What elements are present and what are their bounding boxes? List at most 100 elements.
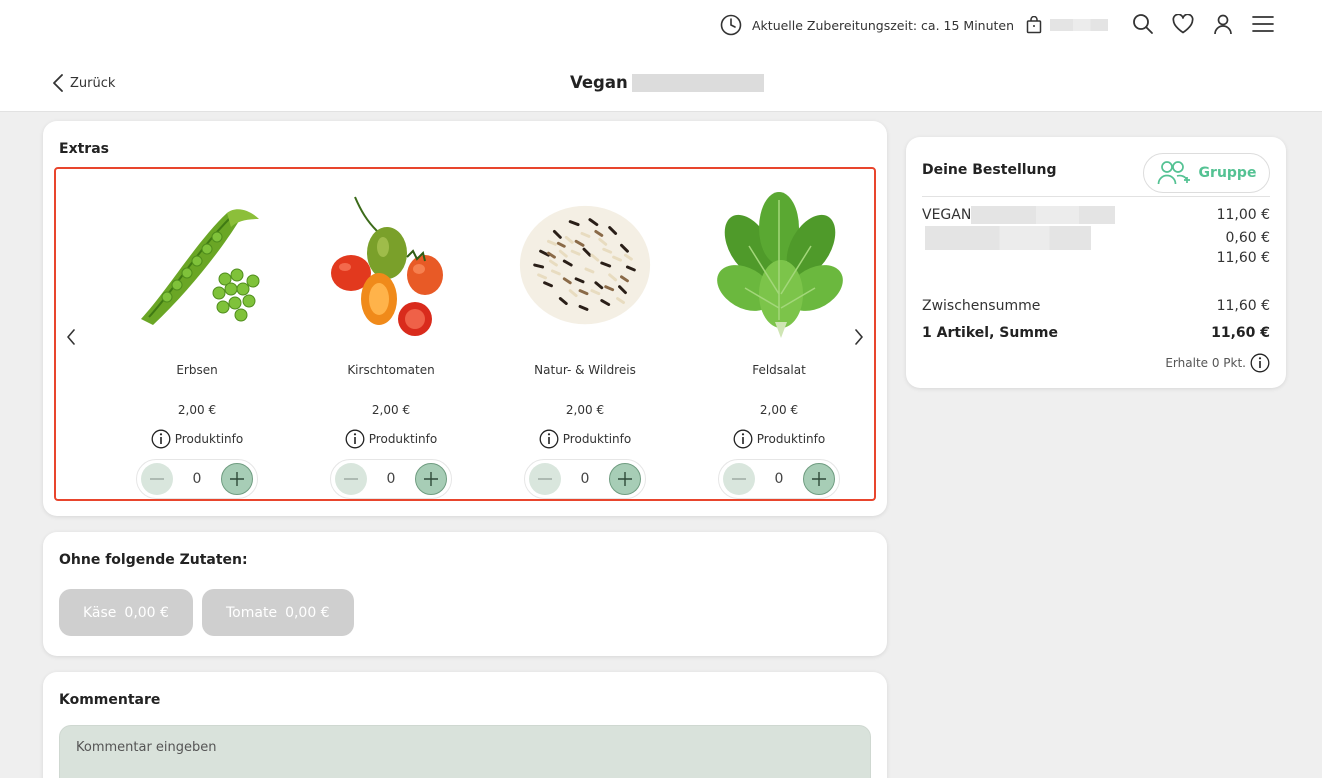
order-summary-card: Deine Bestellung Gruppe VEGAN 11,00 € 0,… (906, 137, 1286, 388)
plus-icon (811, 472, 826, 486)
info-icon (733, 429, 753, 449)
product-info-label: Produktinfo (174, 432, 244, 446)
minus-icon (344, 478, 358, 480)
cart-total-redacted (1050, 19, 1108, 31)
prep-time-label: Aktuelle Zubereitungszeit: ca. 15 Minute… (752, 17, 1015, 33)
increase-button[interactable] (802, 463, 835, 495)
total-row: 1 Artikel, Summe 11,60 € (922, 325, 1270, 341)
plus-icon (229, 472, 244, 486)
points-label: Erhalte 0 Pkt. (1165, 356, 1246, 370)
add-users-icon (1157, 161, 1190, 185)
info-icon (151, 429, 171, 449)
quantity-value: 0 (386, 471, 396, 487)
product-info-link[interactable]: Produktinfo (117, 429, 277, 449)
order-extra-redacted (925, 226, 1091, 250)
cart-button[interactable] (1026, 14, 1108, 36)
heart-icon (1172, 14, 1194, 34)
quantity-stepper: 0 (524, 459, 646, 499)
extra-price: 2,00 € (759, 403, 799, 417)
extra-item-erbsen: Erbsen 2,00 € Produktinfo 0 (117, 179, 277, 499)
group-order-label: Gruppe (1198, 165, 1257, 181)
order-item-name-redacted (971, 206, 1116, 224)
remove-ingredients-card: Ohne folgende Zutaten: Käse 0,00 € Tomat… (43, 532, 887, 656)
order-item-price: 11,00 € (1216, 207, 1270, 223)
chip-label: Käse (83, 604, 117, 621)
hamburger-menu-icon (1252, 16, 1274, 32)
product-info-label: Produktinfo (562, 432, 632, 446)
carousel-prev-button[interactable] (62, 327, 80, 347)
order-item-row: VEGAN 11,00 € (922, 206, 1270, 224)
total-value: 11,60 € (1211, 325, 1270, 341)
minus-icon (732, 478, 746, 480)
extra-name: Erbsen (176, 363, 218, 377)
order-item-total: 11,60 € (1216, 250, 1270, 266)
product-info-link[interactable]: Produktinfo (699, 429, 859, 449)
extra-name: Feldsalat (752, 363, 806, 377)
order-heading: Deine Bestellung (922, 162, 1057, 178)
ingredient-chip-kaese[interactable]: Käse 0,00 € (59, 589, 193, 636)
lambs-lettuce-image (705, 185, 853, 347)
product-info-link[interactable]: Produktinfo (505, 429, 665, 449)
info-icon[interactable] (1250, 353, 1270, 373)
info-icon (345, 429, 365, 449)
comments-card: Kommentare (43, 672, 887, 778)
chip-price: 0,00 € (285, 604, 330, 621)
quantity-value: 0 (774, 471, 784, 487)
minus-icon (538, 478, 552, 480)
subtotal-row: Zwischensumme 11,60 € (922, 298, 1270, 314)
extra-item-feldsalat: Feldsalat 2,00 € Produktinfo 0 (699, 179, 859, 499)
peas-image (123, 185, 271, 347)
chip-price: 0,00 € (124, 604, 169, 621)
order-extra-price: 0,60 € (1225, 230, 1270, 246)
search-icon (1133, 14, 1153, 34)
page-title-redacted (631, 73, 764, 92)
total-label: 1 Artikel, Summe (922, 325, 1058, 341)
product-info-label: Produktinfo (756, 432, 826, 446)
menu-button[interactable] (1251, 12, 1275, 36)
subtotal-label: Zwischensumme (922, 298, 1041, 314)
increase-button[interactable] (220, 463, 253, 495)
comment-input[interactable] (59, 725, 871, 778)
prep-time: Aktuelle Zubereitungszeit: ca. 15 Minute… (720, 14, 1014, 36)
order-item-name: VEGAN (922, 207, 972, 223)
extras-carousel: Erbsen 2,00 € Produktinfo 0 Kirschtomate… (54, 167, 876, 501)
wild-rice-image (511, 185, 659, 347)
product-info-label: Produktinfo (368, 432, 438, 446)
quantity-value: 0 (192, 471, 202, 487)
order-item-total-row: 11,60 € (922, 250, 1270, 266)
extra-price: 2,00 € (371, 403, 411, 417)
extras-card: Extras Erbsen 2,00 € Produktinfo 0 Kirsc… (43, 121, 887, 516)
account-button[interactable] (1211, 12, 1235, 36)
minus-icon (150, 478, 164, 480)
extra-item-wildreis: Natur- & Wildreis 2,00 € Produktinfo 0 (505, 179, 665, 499)
page-title: Vegan (570, 73, 764, 92)
quantity-value: 0 (580, 471, 590, 487)
back-link[interactable]: Zurück (52, 74, 115, 92)
increase-button[interactable] (608, 463, 641, 495)
decrease-button[interactable] (335, 463, 367, 495)
decrease-button[interactable] (141, 463, 173, 495)
group-order-button[interactable]: Gruppe (1143, 153, 1270, 193)
quantity-stepper: 0 (136, 459, 258, 499)
ingredient-chip-tomate[interactable]: Tomate 0,00 € (202, 589, 354, 636)
increase-button[interactable] (414, 463, 447, 495)
plus-icon (423, 472, 438, 486)
order-divider (922, 196, 1270, 197)
favorites-button[interactable] (1171, 12, 1195, 36)
extra-name: Natur- & Wildreis (534, 363, 636, 377)
search-button[interactable] (1131, 12, 1155, 36)
chevron-left-icon (53, 74, 63, 92)
cherry-tomatoes-image (317, 185, 465, 347)
plus-icon (617, 472, 632, 486)
shopping-bag-icon (1026, 16, 1042, 34)
order-extra-row: 0,60 € (922, 226, 1270, 250)
product-info-link[interactable]: Produktinfo (311, 429, 471, 449)
subtotal-value: 11,60 € (1216, 298, 1270, 314)
loyalty-points: Erhalte 0 Pkt. (1165, 353, 1270, 373)
quantity-stepper: 0 (330, 459, 452, 499)
clock-icon (720, 14, 742, 36)
decrease-button[interactable] (723, 463, 755, 495)
decrease-button[interactable] (529, 463, 561, 495)
extras-heading: Extras (59, 141, 109, 157)
user-icon (1214, 14, 1232, 35)
